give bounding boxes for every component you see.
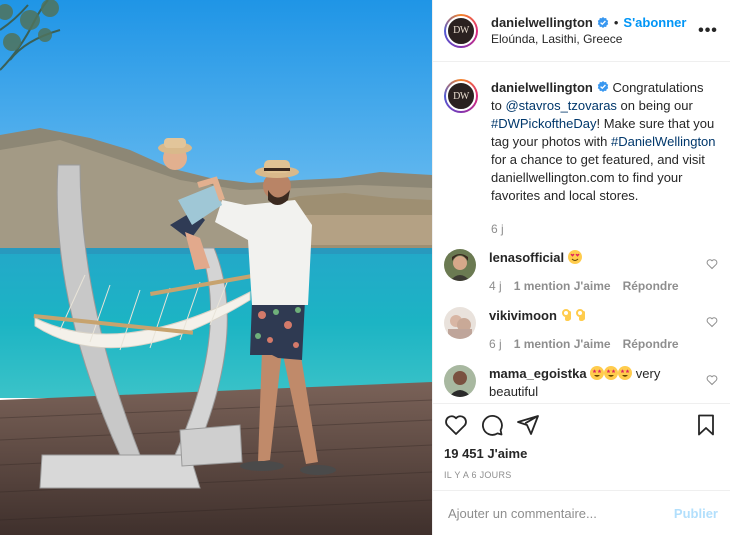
separator-dot: • [613, 15, 619, 30]
caption-hashtag-link[interactable]: #DWPickoftheDay [491, 116, 596, 131]
publish-button[interactable]: Publier [674, 506, 718, 521]
comment-time[interactable]: 4 j [489, 279, 502, 293]
star-struck-emoji-icon [604, 366, 619, 380]
action-icons [444, 404, 718, 446]
like-comment-heart-icon[interactable] [706, 316, 718, 328]
star-struck-emoji-icon [618, 366, 633, 380]
action-bar: 19 451 J'aime IL Y A 6 JOURS [433, 403, 730, 480]
location-link[interactable]: Eloúnda, Lasithi, Greece [491, 32, 698, 47]
caption-text-4: for a chance to get featured, and visit … [491, 152, 705, 203]
ok-hand-emoji-icon [575, 309, 585, 321]
heart-eyes-emoji-icon [567, 250, 582, 264]
add-comment-bar: Publier [433, 490, 730, 535]
caption-avatar-logo: DW [446, 81, 476, 111]
author-avatar[interactable]: DW [444, 13, 478, 48]
caption-avatar[interactable]: DW [444, 79, 478, 113]
comments-list[interactable]: DW danielwellington Congratulations to @… [433, 63, 730, 403]
post-side-panel: DW danielwellington • S'abonner Eloúnda,… [432, 0, 730, 535]
comment-item: mama_egoistka very beautiful [444, 365, 718, 401]
caption-hashtag-link[interactable]: #DanielWellington [611, 134, 716, 149]
instagram-post: DW danielwellington • S'abonner Eloúnda,… [0, 0, 730, 535]
comment-body: vikivimoon 6 j 1 mention J'aime Répondre [489, 307, 704, 351]
add-comment-input[interactable] [448, 505, 674, 521]
verified-badge-icon [597, 81, 609, 92]
comment-username[interactable]: vikivimoon [489, 308, 557, 323]
reply-button[interactable]: Répondre [623, 337, 679, 351]
comment-likes[interactable]: 1 mention J'aime [514, 337, 611, 351]
follow-button[interactable]: S'abonner [623, 14, 686, 31]
author-meta: danielwellington • S'abonner Eloúnda, La… [491, 14, 698, 47]
comment-body: mama_egoistka very beautiful [489, 365, 704, 401]
caption: DW danielwellington Congratulations to @… [444, 63, 718, 238]
like-comment-heart-icon[interactable] [706, 258, 718, 270]
comment-username[interactable]: mama_egoistka [489, 366, 587, 381]
comment-meta: 6 j 1 mention J'aime Répondre [489, 337, 704, 351]
post-timestamp[interactable]: IL Y A 6 JOURS [444, 470, 718, 480]
post-photo[interactable] [0, 0, 432, 535]
caption-username[interactable]: danielwellington [491, 80, 593, 95]
post-header: DW danielwellington • S'abonner Eloúnda,… [433, 0, 730, 62]
comment-item: vikivimoon 6 j 1 mention J'aime Répondre [444, 307, 718, 351]
save-bookmark-icon[interactable] [694, 413, 718, 437]
caption-mention-link[interactable]: @stavros_tzovaras [505, 98, 616, 113]
caption-body: danielwellington Congratulations to @sta… [491, 79, 717, 238]
like-heart-icon[interactable] [444, 413, 468, 437]
comment-meta: 4 j 1 mention J'aime Répondre [489, 279, 704, 293]
more-options-icon[interactable]: ••• [698, 22, 718, 40]
author-row: danielwellington • S'abonner [491, 14, 698, 31]
share-send-icon[interactable] [516, 413, 540, 437]
author-username[interactable]: danielwellington [491, 14, 593, 31]
caption-text-2: on being our [616, 98, 693, 113]
like-comment-heart-icon[interactable] [706, 374, 718, 386]
commenter-avatar[interactable] [444, 249, 476, 281]
comment-item: lenasofficial 4 j 1 mention J'aime Répon… [444, 249, 718, 293]
comment-time[interactable]: 6 j [489, 337, 502, 351]
comment-line: mama_egoistka very beautiful [489, 365, 704, 401]
star-struck-emoji-icon [590, 366, 605, 380]
likes-count[interactable]: 19 451 J'aime [444, 446, 718, 462]
commenter-avatar[interactable] [444, 365, 476, 397]
commenter-avatar[interactable] [444, 307, 476, 339]
comment-bubble-icon[interactable] [480, 413, 504, 437]
ok-hand-emoji-icon [561, 309, 571, 321]
comment-username[interactable]: lenasofficial [489, 250, 564, 265]
reply-button[interactable]: Répondre [623, 279, 679, 293]
avatar-logo: DW [446, 15, 476, 46]
caption-time[interactable]: 6 j [491, 220, 717, 238]
comment-line: lenasofficial [489, 249, 704, 267]
photo-illustration [0, 0, 432, 535]
comment-likes[interactable]: 1 mention J'aime [514, 279, 611, 293]
comment-body: lenasofficial 4 j 1 mention J'aime Répon… [489, 249, 704, 293]
comment-line: vikivimoon [489, 307, 704, 325]
verified-badge-icon [597, 16, 609, 28]
